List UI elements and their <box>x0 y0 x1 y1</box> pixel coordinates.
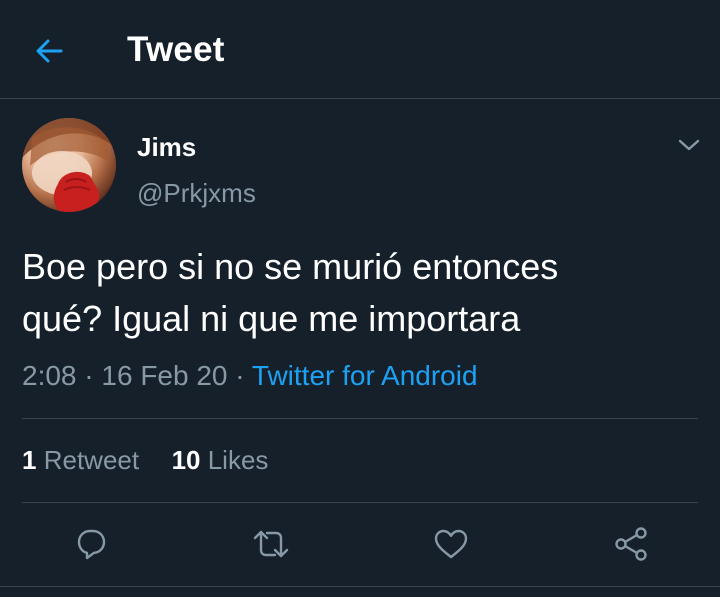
retweet-button[interactable] <box>249 522 293 566</box>
avatar-image <box>22 118 116 212</box>
author-handle[interactable]: @Prkjxms <box>137 178 256 209</box>
chevron-down-icon <box>678 139 700 151</box>
divider <box>22 418 698 419</box>
tweet-stats: 1 Retweet 10 Likes <box>22 445 268 476</box>
tweet-date: 16 Feb 20 <box>101 360 228 391</box>
likes-label: Likes <box>207 445 269 475</box>
share-icon <box>615 527 647 561</box>
retweets-label: Retweet <box>43 445 140 475</box>
tweet-text: Boe pero si no se murió entonces qué? Ig… <box>22 241 702 345</box>
divider <box>22 502 698 503</box>
heart-icon <box>434 529 468 559</box>
arrow-left-icon <box>36 39 63 63</box>
tweet-text-line-1: Boe pero si no se murió entonces <box>22 246 559 287</box>
meta-separator: · <box>235 360 245 391</box>
page-title: Tweet <box>127 30 225 69</box>
avatar[interactable] <box>22 118 116 212</box>
likes-stat[interactable]: 10 Likes <box>172 445 269 475</box>
tweet-menu-button[interactable] <box>674 132 704 158</box>
retweets-count: 1 <box>22 445 37 475</box>
like-button[interactable] <box>429 522 473 566</box>
tweet-time: 2:08 <box>22 360 77 391</box>
meta-separator: · <box>84 360 94 391</box>
likes-count: 10 <box>171 445 201 475</box>
tweet-text-line-2: qué? Igual ni que me importara <box>22 298 521 339</box>
back-button[interactable] <box>26 28 72 74</box>
divider <box>0 586 720 587</box>
retweet-icon <box>253 530 289 558</box>
author-name[interactable]: Jims <box>137 132 196 163</box>
reply-button[interactable] <box>69 522 113 566</box>
retweets-stat[interactable]: 1 Retweet <box>22 445 146 475</box>
tweet-meta: 2:08 · 16 Feb 20 · Twitter for Android <box>22 360 478 392</box>
app-header: Tweet <box>0 0 720 99</box>
reply-icon <box>77 529 106 560</box>
share-button[interactable] <box>609 522 653 566</box>
tweet-source-link[interactable]: Twitter for Android <box>252 360 478 391</box>
